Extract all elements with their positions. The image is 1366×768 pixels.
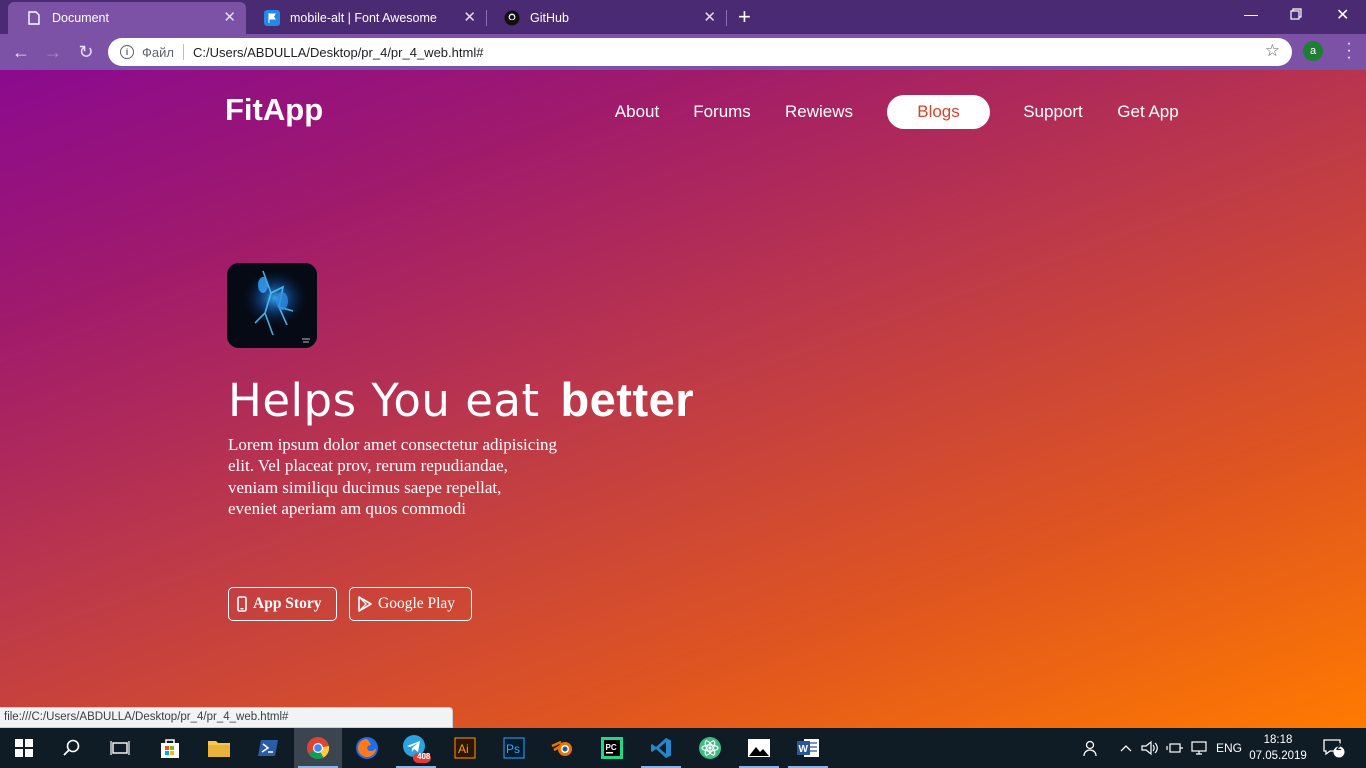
nav-get-app[interactable]: Get App <box>1107 95 1189 129</box>
photos-icon[interactable] <box>735 728 783 768</box>
link-status-bubble: file:///C:/Users/ABDULLA/Desktop/pr_4/pr… <box>0 707 453 728</box>
svg-text:PC: PC <box>606 743 617 752</box>
app-icon-image <box>227 263 317 348</box>
people-icon[interactable] <box>1082 728 1100 768</box>
mobile-phone-icon <box>237 596 247 612</box>
file-explorer-icon[interactable] <box>195 728 243 768</box>
svg-text:Ai: Ai <box>458 742 469 756</box>
nav-forums[interactable]: Forums <box>684 95 760 129</box>
app-store-label: App Story <box>253 595 322 612</box>
close-tab-icon[interactable]: ✕ <box>463 10 476 26</box>
browser-menu-icon[interactable]: · · · <box>1345 36 1353 66</box>
paragraph-line: Lorem ipsum dolor amet consectetur adipi… <box>228 435 558 454</box>
search-icon[interactable] <box>48 728 96 768</box>
task-view-icon[interactable] <box>96 728 144 768</box>
blender-icon[interactable] <box>539 728 587 768</box>
tab-title: GitHub <box>530 11 569 25</box>
clock-date: 07.05.2019 <box>1249 750 1307 762</box>
bookmark-star-icon[interactable]: ☆ <box>1265 41 1280 61</box>
browser-tab-bar: Document ✕ mobile-alt | Font Awesome ✕ G… <box>0 0 1366 34</box>
microsoft-store-icon[interactable] <box>146 728 194 768</box>
svg-text:W: W <box>799 744 809 755</box>
notification-count: 2 <box>1336 742 1342 753</box>
nav-support[interactable]: Support <box>1014 95 1092 129</box>
hero-headline: Helps You eat better <box>228 372 694 427</box>
power-plug-icon[interactable] <box>1166 728 1184 768</box>
tab-document[interactable]: Document ✕ <box>8 2 246 34</box>
telegram-badge: 408 <box>417 752 431 761</box>
chrome-icon[interactable] <box>294 728 342 768</box>
tab-title: mobile-alt | Font Awesome <box>290 11 437 25</box>
address-scheme: Файл <box>142 44 174 60</box>
paragraph-line: elit. Vel placeat prov, rerum repudianda… <box>228 456 508 476</box>
nav-blogs[interactable]: Blogs <box>887 95 990 129</box>
github-icon <box>504 10 520 26</box>
language-indicator[interactable]: ENG <box>1216 728 1242 768</box>
clock-time: 18:18 <box>1263 734 1293 746</box>
document-icon <box>26 10 42 26</box>
google-play-icon <box>358 596 372 612</box>
close-tab-icon[interactable]: ✕ <box>703 10 716 26</box>
site-info-icon[interactable]: i <box>120 45 134 59</box>
page-hero: FitApp About Forums Rewiews Blogs Suppor… <box>0 70 1366 728</box>
notifications-icon[interactable]: 2 <box>1323 728 1345 768</box>
vscode-icon[interactable] <box>637 728 685 768</box>
chevron-up-icon[interactable] <box>1120 728 1132 768</box>
powershell-icon[interactable] <box>244 728 292 768</box>
paragraph-line: eveniet aperiam am quos commodi <box>228 498 466 518</box>
telegram-icon[interactable]: 408 <box>392 728 440 768</box>
tab-title: Document <box>52 11 109 25</box>
illustrator-icon[interactable]: Ai <box>441 728 489 768</box>
svg-text:Ps: Ps <box>506 742 520 756</box>
firefox-icon[interactable] <box>343 728 391 768</box>
new-tab-button[interactable]: + <box>738 6 751 28</box>
restore-window-icon[interactable] <box>1290 7 1302 23</box>
headline-light: Helps You eat <box>228 374 540 427</box>
back-arrow-icon[interactable]: ← <box>10 41 32 63</box>
nav-about[interactable]: About <box>605 95 669 129</box>
word-icon[interactable]: W <box>784 728 832 768</box>
close-tab-icon[interactable]: ✕ <box>223 10 236 26</box>
forward-arrow-icon[interactable]: → <box>42 41 64 63</box>
google-play-label: Google Play <box>378 595 456 612</box>
nav-rewiews[interactable]: Rewiews <box>776 95 862 129</box>
pycharm-icon[interactable]: PC <box>588 728 636 768</box>
google-play-button[interactable]: Google Play <box>349 587 472 621</box>
profile-avatar[interactable]: a <box>1303 41 1323 61</box>
site-nav: About Forums Rewiews Blogs Support Get A… <box>0 95 1366 129</box>
address-bar[interactable]: i Файл C:/Users/ABDULLA/Desktop/pr_4/pr_… <box>108 38 1292 66</box>
hero-paragraph: Lorem ipsum dolor amet consectetur adipi… <box>228 434 588 519</box>
address-url[interactable]: C:/Users/ABDULLA/Desktop/pr_4/pr_4_web.h… <box>193 45 483 60</box>
close-window-icon[interactable]: ✕ <box>1336 5 1349 25</box>
tab-github[interactable]: GitHub ✕ <box>486 2 727 34</box>
atom-icon[interactable] <box>686 728 734 768</box>
system-clock[interactable]: 18:18 07.05.2019 <box>1248 732 1308 764</box>
minimize-window-icon[interactable]: — <box>1244 6 1258 22</box>
paragraph-line: veniam similiqu ducimus saepe repellat, <box>228 477 502 497</box>
app-store-button[interactable]: App Story <box>228 587 337 621</box>
network-icon[interactable] <box>1191 728 1209 768</box>
reload-icon[interactable]: ↻ <box>75 41 97 63</box>
headline-bold: better <box>560 373 695 426</box>
volume-icon[interactable] <box>1141 728 1159 768</box>
photoshop-icon[interactable]: Ps <box>490 728 538 768</box>
tab-font-awesome[interactable]: mobile-alt | Font Awesome ✕ <box>246 2 487 34</box>
windows-start-icon[interactable] <box>0 728 48 768</box>
font-awesome-flag-icon <box>264 10 280 26</box>
windows-taskbar: 408 Ai Ps PC W ENG 18:18 07.05.2019 2 <box>0 728 1366 768</box>
